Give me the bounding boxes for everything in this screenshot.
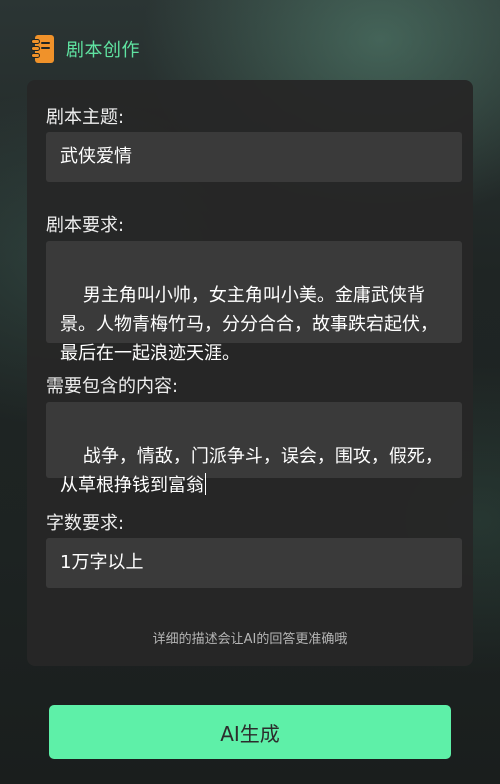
notebook-icon (32, 35, 54, 63)
requirements-value: 男主角叫小帅，女主角叫小美。金庸武侠背景。人物青梅竹马，分分合合，故事跌宕起伏，… (60, 285, 438, 364)
topic-input[interactable]: 武侠爱情 (46, 132, 462, 182)
word-count-value: 1万字以上 (60, 552, 144, 573)
topic-value: 武侠爱情 (60, 146, 132, 167)
word-count-input[interactable]: 1万字以上 (46, 538, 462, 588)
ai-generate-button[interactable]: AI生成 (49, 705, 451, 759)
requirements-label: 剧本要求: (46, 215, 125, 236)
topic-label: 剧本主题: (46, 107, 125, 128)
contents-value: 战争，情敌，门派争斗，误会，围攻，假死，从草根挣钱到富翁 (60, 446, 443, 496)
contents-textarea[interactable]: 战争，情敌，门派争斗，误会，围攻，假死，从草根挣钱到富翁 (46, 402, 462, 496)
app-header: 剧本创作 (32, 34, 140, 64)
script-form-card: 剧本主题: 武侠爱情 剧本要求: 男主角叫小帅，女主角叫小美。金庸武侠背景。人物… (27, 80, 473, 666)
app-title: 剧本创作 (66, 40, 140, 61)
hint-text: 详细的描述会让AI的回答更准确哦 (152, 632, 348, 647)
contents-label: 需要包含的内容: (46, 376, 179, 397)
text-cursor (205, 473, 206, 495)
word-count-label: 字数要求: (46, 513, 125, 534)
requirements-textarea[interactable]: 男主角叫小帅，女主角叫小美。金庸武侠背景。人物青梅竹马，分分合合，故事跌宕起伏，… (46, 241, 462, 364)
